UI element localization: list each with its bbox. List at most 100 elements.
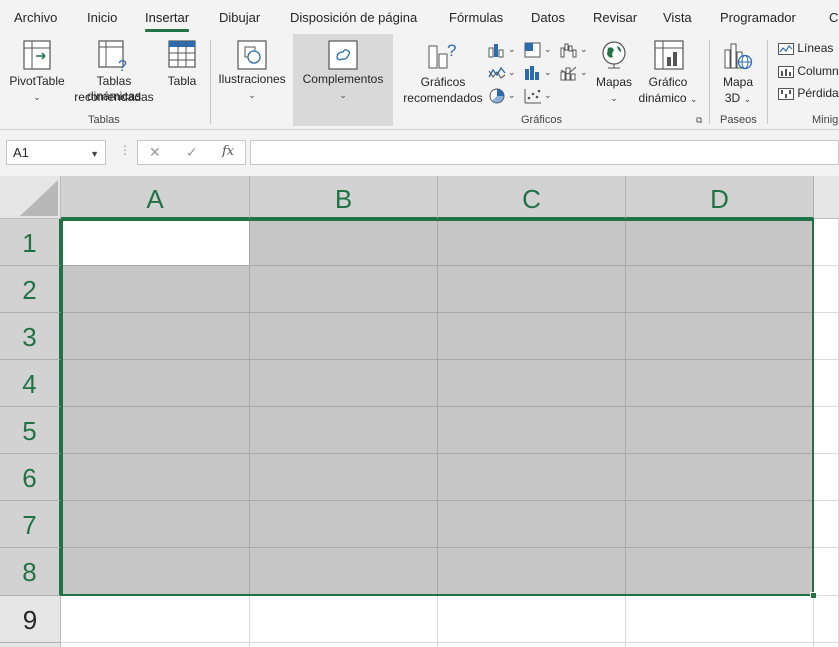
chevron-down-icon[interactable]: ▼ xyxy=(90,149,99,159)
row-header-8[interactable]: 8 xyxy=(0,548,61,596)
row-header-5[interactable]: 5 xyxy=(0,407,61,454)
sparkline-column-button[interactable]: Column xyxy=(778,64,839,78)
cell-d4[interactable] xyxy=(626,360,814,407)
cell-d2[interactable] xyxy=(626,266,814,313)
row-header-4[interactable]: 4 xyxy=(0,360,61,407)
cell-d9[interactable] xyxy=(626,596,814,643)
cell-c8[interactable] xyxy=(438,548,626,596)
cell-d3[interactable] xyxy=(626,313,814,360)
column-header-d[interactable]: D xyxy=(626,176,814,219)
hierarchy-chart-button[interactable]: ⌄ xyxy=(524,40,556,60)
cell-a10[interactable] xyxy=(61,643,250,647)
row-header-6[interactable]: 6 xyxy=(0,454,61,501)
cell-c6[interactable] xyxy=(438,454,626,501)
illustrations-button[interactable]: Ilustraciones ⌄ xyxy=(216,40,288,110)
pie-chart-button[interactable]: ⌄ xyxy=(488,86,520,106)
cell-a9[interactable] xyxy=(61,596,250,643)
cell-e8[interactable] xyxy=(814,548,839,596)
tab-inicio[interactable]: Inicio xyxy=(87,10,117,25)
cell-e7[interactable] xyxy=(814,501,839,548)
cell-c1[interactable] xyxy=(438,219,626,266)
cell-b10[interactable] xyxy=(250,643,438,647)
tab-vista[interactable]: Vista xyxy=(663,10,692,25)
column-header-b[interactable]: B xyxy=(250,176,438,219)
cell-c7[interactable] xyxy=(438,501,626,548)
cell-b8[interactable] xyxy=(250,548,438,596)
row-header-1[interactable]: 1 xyxy=(0,219,61,266)
maps-button[interactable]: Mapas ⌄ xyxy=(594,40,634,110)
cell-b5[interactable] xyxy=(250,407,438,454)
cell-e1[interactable] xyxy=(814,219,839,266)
cell-c4[interactable] xyxy=(438,360,626,407)
cell-c5[interactable] xyxy=(438,407,626,454)
pivot-chart-button[interactable]: Gráfico dinámico ⌄ xyxy=(636,40,700,110)
name-box[interactable]: A1 ▼ xyxy=(6,140,106,165)
cell-b3[interactable] xyxy=(250,313,438,360)
cell-b1[interactable] xyxy=(250,219,438,266)
pivottable-button[interactable]: PivotTable ⌄ xyxy=(8,40,66,110)
cell-e5[interactable] xyxy=(814,407,839,454)
cell-e6[interactable] xyxy=(814,454,839,501)
column-header-c[interactable]: C xyxy=(438,176,626,219)
cell-b6[interactable] xyxy=(250,454,438,501)
column-header-a[interactable]: A xyxy=(61,176,250,219)
cell-d5[interactable] xyxy=(626,407,814,454)
cell-d10[interactable] xyxy=(626,643,814,647)
addins-button[interactable]: Complementos ⌄ xyxy=(296,40,390,110)
cell-a1[interactable] xyxy=(61,219,250,266)
tab-formulas[interactable]: Fórmulas xyxy=(449,10,503,25)
tab-dibujar[interactable]: Dibujar xyxy=(219,10,260,25)
dialog-launcher-icon[interactable]: ⧉ xyxy=(696,115,702,126)
cell-c9[interactable] xyxy=(438,596,626,643)
tab-revisar[interactable]: Revisar xyxy=(593,10,637,25)
sparkline-lines-button[interactable]: Líneas xyxy=(778,41,833,55)
cell-d7[interactable] xyxy=(626,501,814,548)
column-chart-button[interactable]: ⌄ xyxy=(488,40,520,60)
column-header-e[interactable] xyxy=(814,176,839,219)
row-header-3[interactable]: 3 xyxy=(0,313,61,360)
cell-a4[interactable] xyxy=(61,360,250,407)
statistic-chart-button[interactable]: ⌄ xyxy=(524,63,556,83)
row-header-7[interactable]: 7 xyxy=(0,501,61,548)
cell-e10[interactable] xyxy=(814,643,839,647)
enter-icon[interactable]: ✓ xyxy=(186,144,198,161)
cell-e2[interactable] xyxy=(814,266,839,313)
recommended-pivottables-button[interactable]: ? Tablas dinámicas recomendadas xyxy=(68,40,160,110)
waterfall-chart-button[interactable]: ⌄ xyxy=(560,40,592,60)
map3d-button[interactable]: Mapa 3D ⌄ xyxy=(716,40,760,110)
table-button[interactable]: Tabla xyxy=(163,40,201,110)
cell-a6[interactable] xyxy=(61,454,250,501)
formula-input[interactable] xyxy=(250,140,839,165)
cell-c3[interactable] xyxy=(438,313,626,360)
row-header-10[interactable] xyxy=(0,643,61,647)
cell-b2[interactable] xyxy=(250,266,438,313)
cancel-icon[interactable]: ✕ xyxy=(149,144,161,161)
combo-chart-button[interactable]: ⌄ xyxy=(560,63,592,83)
scatter-chart-button[interactable]: ⌄ xyxy=(524,86,556,106)
cell-e3[interactable] xyxy=(814,313,839,360)
tab-disposicion-de-pagina[interactable]: Disposición de página xyxy=(290,10,417,25)
cell-c2[interactable] xyxy=(438,266,626,313)
cell-d8[interactable] xyxy=(626,548,814,596)
insert-function-icon[interactable]: fx xyxy=(222,144,234,159)
sparkline-winloss-button[interactable]: Pérdidas xyxy=(778,86,839,100)
cell-a5[interactable] xyxy=(61,407,250,454)
tab-co[interactable]: Co xyxy=(829,10,839,25)
cell-b4[interactable] xyxy=(250,360,438,407)
select-all-button[interactable] xyxy=(0,176,61,219)
cell-a3[interactable] xyxy=(61,313,250,360)
cell-b9[interactable] xyxy=(250,596,438,643)
cell-a8[interactable] xyxy=(61,548,250,596)
cell-d6[interactable] xyxy=(626,454,814,501)
recommended-charts-button[interactable]: ? Gráficos recomendados xyxy=(400,40,486,110)
row-header-2[interactable]: 2 xyxy=(0,266,61,313)
cell-a7[interactable] xyxy=(61,501,250,548)
cell-e4[interactable] xyxy=(814,360,839,407)
cell-d1[interactable] xyxy=(626,219,814,266)
cell-c10[interactable] xyxy=(438,643,626,647)
row-header-9[interactable]: 9 xyxy=(0,596,61,643)
formula-bar-resize-handle[interactable]: ⋮ xyxy=(119,143,131,157)
fill-handle[interactable] xyxy=(810,592,817,599)
tab-archivo[interactable]: Archivo xyxy=(14,10,57,25)
tab-programador[interactable]: Programador xyxy=(720,10,796,25)
